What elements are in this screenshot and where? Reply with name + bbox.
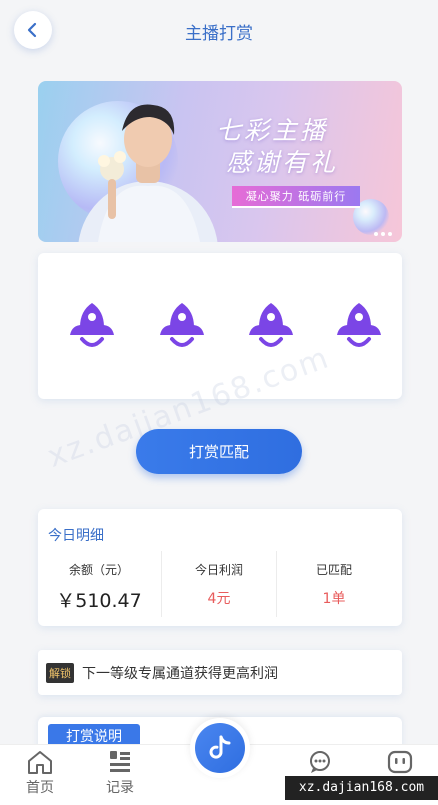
unlock-notice[interactable]: 解锁 下一等级专属通道获得更高利润: [38, 650, 402, 695]
tab-records[interactable]: 记录: [90, 749, 150, 797]
balance-stat: 余额（元） ￥510.47: [38, 549, 160, 619]
site-watermark-badge: xz.dajian168.com: [285, 776, 438, 800]
host-icons-card: [38, 253, 402, 399]
promo-banner[interactable]: 七彩主播 感谢有礼 凝心聚力 砥砺前行: [38, 81, 402, 242]
customer-service-icon: [310, 751, 330, 773]
reward-match-button[interactable]: 打赏匹配: [136, 429, 302, 474]
carousel-dots[interactable]: [374, 232, 392, 236]
balance-value: ￥510.47: [56, 590, 142, 612]
profile-icon: [387, 750, 413, 774]
tab-records-label: 记录: [106, 780, 134, 796]
rocket-icon[interactable]: [243, 301, 299, 351]
center-action-circle: [195, 723, 245, 773]
profit-value: 4元: [207, 591, 231, 607]
banner-slogan: 凝心聚力 砥砺前行: [232, 186, 360, 208]
matched-value: 1单: [322, 591, 346, 607]
header: 主播打赏: [0, 0, 438, 62]
rocket-icon[interactable]: [331, 301, 387, 351]
music-note-icon: [209, 735, 231, 759]
rocket-icon[interactable]: [64, 301, 120, 351]
banner-title-line2: 感谢有礼: [226, 148, 339, 177]
back-button[interactable]: [14, 11, 52, 49]
records-icon: [110, 751, 130, 772]
matched-label: 已匹配: [315, 563, 352, 577]
chevron-left-icon: [27, 22, 37, 38]
profit-label: 今日利润: [194, 563, 243, 577]
rocket-icon[interactable]: [154, 301, 210, 351]
unlock-badge: 解锁: [46, 662, 74, 683]
home-icon: [28, 751, 52, 774]
profit-stat: 今日利润 4元: [162, 549, 276, 619]
tab-home[interactable]: 首页: [10, 749, 70, 797]
today-detail-title: 今日明细: [48, 528, 104, 544]
banner-title-line1: 七彩主播: [216, 116, 329, 145]
tab-home-label: 首页: [26, 780, 54, 796]
balance-label: 余额（元）: [68, 563, 129, 577]
host-portrait-image: [78, 104, 218, 242]
page-title: 主播打赏: [185, 23, 253, 44]
today-detail-card: 今日明细 余额（元） ￥510.47 今日利润 4元 已匹配 1单: [38, 509, 402, 626]
unlock-notice-text: 下一等级专属通道获得更高利润: [82, 665, 278, 682]
center-action-button[interactable]: [190, 718, 250, 778]
matched-stat: 已匹配 1单: [277, 549, 391, 619]
